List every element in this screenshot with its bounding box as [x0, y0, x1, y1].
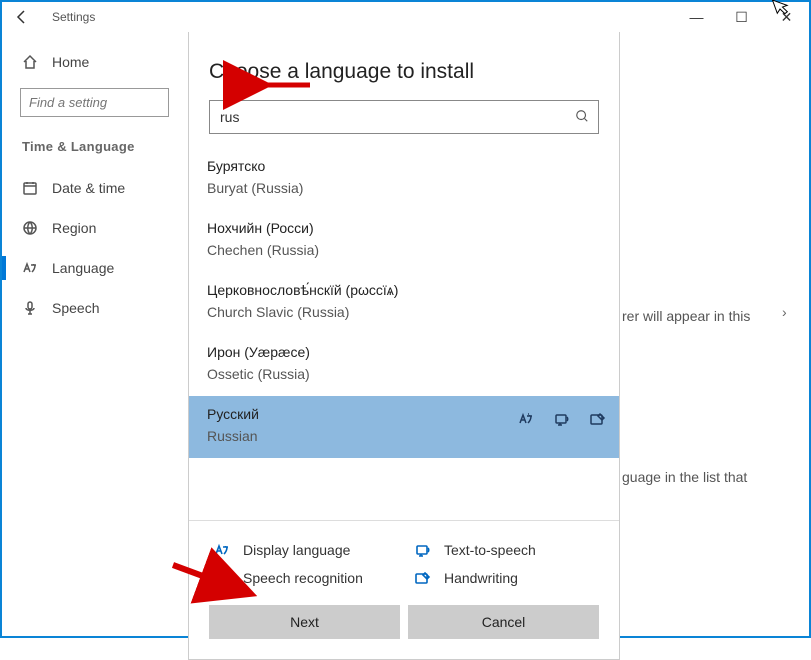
find-setting-input[interactable] — [20, 88, 169, 117]
sidebar-item-region[interactable]: Region — [2, 208, 187, 248]
home-icon — [22, 54, 38, 70]
app-title: Settings — [52, 10, 95, 24]
feature-label: Text-to-speech — [444, 542, 536, 558]
feature-label: Handwriting — [444, 570, 518, 586]
maximize-button[interactable]: ☐ — [719, 2, 764, 32]
language-item[interactable]: Ирон (Уӕрӕсе) Ossetic (Russia) — [189, 334, 619, 396]
install-language-dialog: Choose a language to install Бурятско Bu… — [188, 32, 620, 660]
cancel-button[interactable]: Cancel — [408, 605, 599, 639]
microphone-icon — [213, 569, 231, 587]
next-button[interactable]: Next — [209, 605, 400, 639]
sidebar-search[interactable] — [20, 88, 169, 117]
sidebar-item-speech[interactable]: Speech — [2, 288, 187, 328]
text-to-speech-icon — [414, 541, 432, 559]
language-english-name: Chechen (Russia) — [207, 242, 601, 258]
language-item-selected[interactable]: Русский Russian — [189, 396, 619, 458]
minimize-button[interactable]: — — [674, 2, 719, 32]
language-english-name: Russian — [207, 428, 601, 444]
sidebar-home[interactable]: Home — [2, 42, 187, 82]
dialog-title: Choose a language to install — [189, 32, 619, 100]
language-native-name: Нохчийн (Росси) — [207, 220, 601, 236]
bg-partial-text: rer will appear in this — [622, 308, 795, 324]
text-to-speech-icon — [553, 410, 571, 428]
language-search-box[interactable] — [209, 100, 599, 134]
dialog-button-row: Next Cancel — [189, 605, 619, 659]
language-feature-icons — [517, 410, 607, 428]
chevron-right-icon: › — [782, 304, 787, 320]
language-native-name: Церковнословѣ́нскїй (рωссїѧ) — [207, 282, 601, 298]
language-english-name: Ossetic (Russia) — [207, 366, 601, 382]
feature-display-language: Display language — [213, 541, 394, 559]
language-english-name: Buryat (Russia) — [207, 180, 601, 196]
sidebar-item-label: Language — [52, 260, 114, 276]
language-item[interactable]: Нохчийн (Росси) Chechen (Russia) — [189, 210, 619, 272]
sidebar-home-label: Home — [52, 54, 89, 70]
language-search-input[interactable] — [210, 109, 566, 125]
divider — [189, 520, 619, 521]
handwriting-icon — [589, 410, 607, 428]
feature-speech-recognition: Speech recognition — [213, 569, 394, 587]
feature-legend: Display language Text-to-speech Speech r… — [189, 527, 619, 605]
sidebar-item-date-time[interactable]: Date & time — [2, 168, 187, 208]
titlebar: Settings — ☐ ✕ — [2, 2, 809, 32]
sidebar-item-language[interactable]: Language — [2, 248, 187, 288]
sidebar-item-label: Region — [52, 220, 96, 236]
language-list[interactable]: Бурятско Buryat (Russia) Нохчийн (Росси)… — [189, 148, 619, 520]
display-language-icon — [213, 541, 231, 559]
back-button[interactable] — [2, 2, 42, 32]
bg-partial-text: guage in the list that — [622, 469, 795, 485]
sidebar-item-label: Speech — [52, 300, 99, 316]
language-item[interactable]: Бурятско Buryat (Russia) — [189, 148, 619, 210]
sidebar: Home Time & Language Date & time Region — [2, 32, 187, 636]
sidebar-item-label: Date & time — [52, 180, 125, 196]
feature-text-to-speech: Text-to-speech — [414, 541, 595, 559]
feature-label: Speech recognition — [243, 570, 363, 586]
search-icon[interactable] — [566, 109, 598, 126]
globe-icon — [22, 220, 38, 236]
handwriting-icon — [414, 569, 432, 587]
language-icon — [22, 260, 38, 276]
sidebar-category: Time & Language — [2, 131, 187, 168]
microphone-icon — [22, 300, 38, 316]
language-native-name: Бурятско — [207, 158, 601, 174]
language-english-name: Church Slavic (Russia) — [207, 304, 601, 320]
calendar-icon — [22, 180, 38, 196]
language-native-name: Ирон (Уӕрӕсе) — [207, 344, 601, 360]
language-item[interactable]: Церковнословѣ́нскїй (рωссїѧ) Church Slav… — [189, 272, 619, 334]
feature-handwriting: Handwriting — [414, 569, 595, 587]
display-language-icon — [517, 410, 535, 428]
feature-label: Display language — [243, 542, 350, 558]
